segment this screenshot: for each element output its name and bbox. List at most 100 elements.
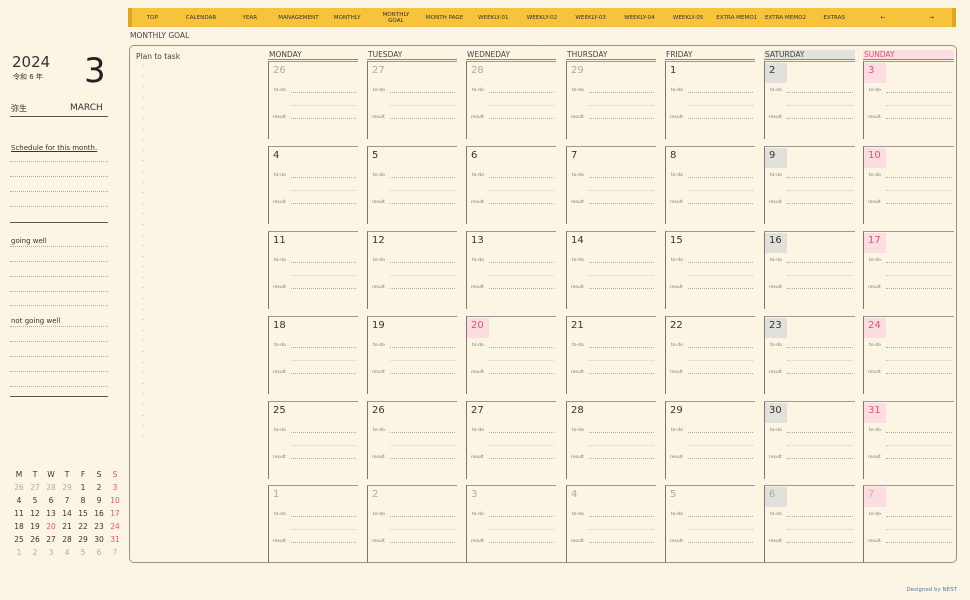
plan-task-line[interactable]: ·: [142, 210, 146, 221]
result-input-line[interactable]: [291, 118, 356, 119]
mini-day[interactable]: 10: [107, 496, 123, 505]
result-input-line[interactable]: [688, 288, 753, 289]
todo-input-line[interactable]: [589, 347, 654, 348]
todo-input-line[interactable]: [886, 92, 952, 93]
nav-tab-11[interactable]: WEEKLY-04: [615, 8, 664, 27]
result-input-line[interactable]: [589, 542, 654, 543]
memo-input-line[interactable]: [489, 529, 554, 530]
result-input-line[interactable]: [489, 203, 554, 204]
note-line[interactable]: [10, 276, 108, 277]
result-input-line[interactable]: [291, 203, 356, 204]
note-line[interactable]: [10, 176, 108, 177]
note-line[interactable]: [10, 341, 108, 342]
day-cell[interactable]: 15 to-do result: [665, 231, 755, 309]
result-input-line[interactable]: [390, 542, 455, 543]
mini-day[interactable]: 1: [75, 483, 91, 492]
todo-input-line[interactable]: [589, 262, 654, 263]
result-input-line[interactable]: [489, 118, 554, 119]
mini-day[interactable]: 11: [11, 509, 27, 518]
mini-day[interactable]: 13: [43, 509, 59, 518]
todo-input-line[interactable]: [787, 177, 853, 178]
plan-task-line[interactable]: ·: [142, 369, 146, 380]
result-input-line[interactable]: [589, 458, 654, 459]
day-cell[interactable]: 25 to-do result: [268, 401, 358, 479]
todo-input-line[interactable]: [291, 262, 356, 263]
result-input-line[interactable]: [688, 373, 753, 374]
memo-input-line[interactable]: [390, 275, 455, 276]
plan-task-line[interactable]: ·: [142, 62, 146, 73]
day-cell[interactable]: 29 to-do result: [665, 401, 755, 479]
todo-input-line[interactable]: [688, 262, 753, 263]
todo-input-line[interactable]: [886, 262, 952, 263]
todo-input-line[interactable]: [589, 516, 654, 517]
memo-input-line[interactable]: [886, 190, 952, 191]
day-cell[interactable]: 31 to-do result: [863, 401, 954, 479]
mini-day[interactable]: 4: [11, 496, 27, 505]
todo-input-line[interactable]: [390, 92, 455, 93]
day-cell[interactable]: 7 to-do result: [566, 146, 656, 224]
todo-input-line[interactable]: [489, 262, 554, 263]
mini-day[interactable]: 22: [75, 522, 91, 531]
todo-input-line[interactable]: [688, 516, 753, 517]
memo-input-line[interactable]: [886, 105, 952, 106]
day-cell[interactable]: 14 to-do result: [566, 231, 656, 309]
day-cell[interactable]: 13 to-do result: [466, 231, 556, 309]
plan-task-line[interactable]: ·: [142, 126, 146, 137]
day-cell[interactable]: 4 to-do result: [566, 485, 656, 563]
mini-day[interactable]: 31: [107, 535, 123, 544]
memo-input-line[interactable]: [688, 360, 753, 361]
memo-input-line[interactable]: [787, 105, 853, 106]
plan-task-line[interactable]: ·: [142, 359, 146, 370]
day-cell[interactable]: 23 to-do result: [764, 316, 855, 394]
mini-day[interactable]: 19: [27, 522, 43, 531]
plan-task-line[interactable]: ·: [142, 115, 146, 126]
nav-tab-6[interactable]: MONTHLY GOAL: [372, 8, 421, 27]
note-line[interactable]: [10, 305, 108, 306]
mini-day[interactable]: 9: [91, 496, 107, 505]
result-input-line[interactable]: [886, 542, 952, 543]
memo-input-line[interactable]: [886, 275, 952, 276]
memo-input-line[interactable]: [291, 529, 356, 530]
memo-input-line[interactable]: [489, 105, 554, 106]
day-cell[interactable]: 27 to-do result: [367, 61, 457, 139]
note-line[interactable]: [10, 191, 108, 192]
nav-tab-17[interactable]: →: [907, 8, 956, 27]
plan-task-line[interactable]: ·: [142, 104, 146, 115]
todo-input-line[interactable]: [390, 432, 455, 433]
memo-input-line[interactable]: [688, 190, 753, 191]
plan-task-line[interactable]: ·: [142, 136, 146, 147]
plan-task-line[interactable]: ·: [142, 348, 146, 359]
day-cell[interactable]: 10 to-do result: [863, 146, 954, 224]
day-cell[interactable]: 28 to-do result: [466, 61, 556, 139]
note-line[interactable]: [10, 161, 108, 162]
nav-tab-1[interactable]: TOP: [128, 8, 177, 27]
result-input-line[interactable]: [589, 118, 654, 119]
todo-input-line[interactable]: [489, 432, 554, 433]
todo-input-line[interactable]: [291, 347, 356, 348]
memo-input-line[interactable]: [291, 360, 356, 361]
nav-tab-3[interactable]: YEAR: [225, 8, 274, 27]
mini-day[interactable]: 2: [27, 548, 43, 557]
note-line[interactable]: [10, 206, 108, 207]
note-line[interactable]: [10, 356, 108, 357]
mini-day[interactable]: 14: [59, 509, 75, 518]
todo-input-line[interactable]: [291, 516, 356, 517]
memo-input-line[interactable]: [688, 529, 753, 530]
memo-input-line[interactable]: [390, 360, 455, 361]
todo-input-line[interactable]: [688, 177, 753, 178]
todo-input-line[interactable]: [390, 262, 455, 263]
memo-input-line[interactable]: [489, 445, 554, 446]
day-cell[interactable]: 6 to-do result: [764, 485, 855, 563]
result-input-line[interactable]: [688, 458, 753, 459]
result-input-line[interactable]: [688, 542, 753, 543]
day-cell[interactable]: 24 to-do result: [863, 316, 954, 394]
plan-to-task-list[interactable]: · · · · · · · · · · · · · · · · · · · · · · · · · · · · · · · · · · · ·: [142, 62, 146, 443]
result-input-line[interactable]: [489, 288, 554, 289]
memo-input-line[interactable]: [489, 360, 554, 361]
mini-day[interactable]: 29: [59, 483, 75, 492]
nav-tab-7[interactable]: MONTH PAGE: [420, 8, 469, 27]
result-input-line[interactable]: [886, 373, 952, 374]
result-input-line[interactable]: [886, 458, 952, 459]
mini-day[interactable]: 24: [107, 522, 123, 531]
plan-task-line[interactable]: ·: [142, 157, 146, 168]
